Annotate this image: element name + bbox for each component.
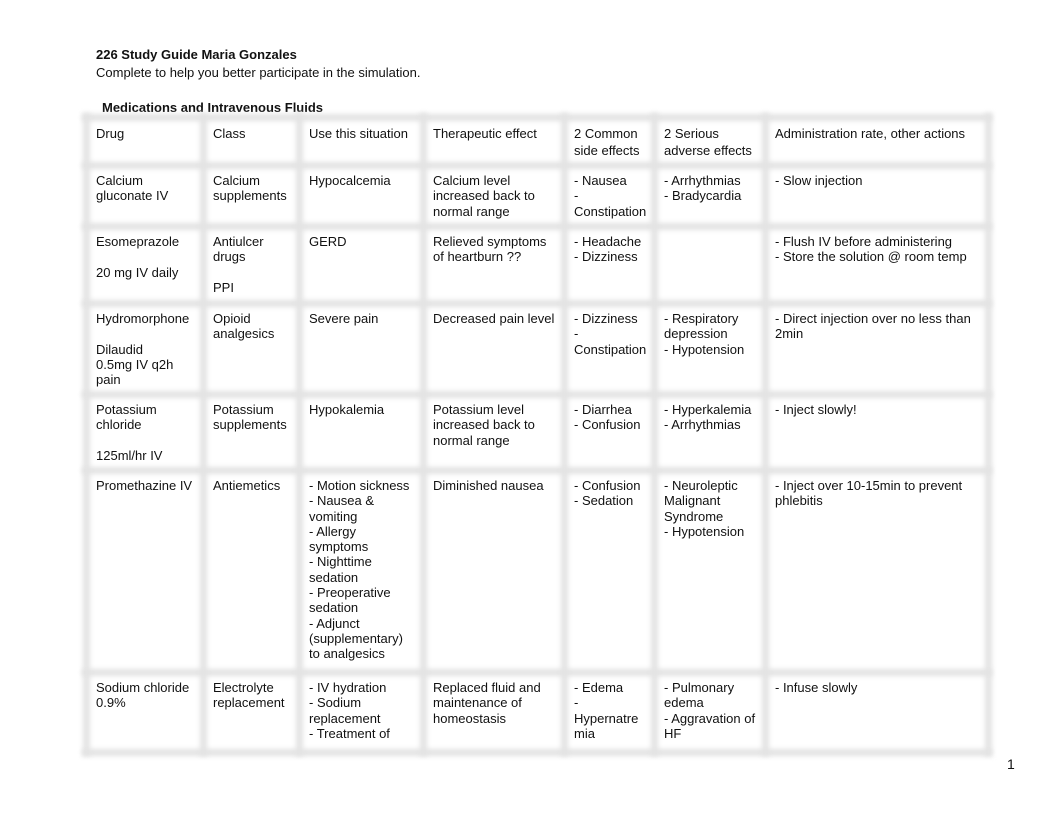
table-cell-admin: - Inject over 10-15min to prevent phlebi… [775, 478, 963, 509]
document-subtitle: Complete to help you better participate … [96, 65, 421, 80]
table-cell-serious: - Arrhythmias - Bradycardia [664, 173, 742, 204]
table-cell-effect: Diminished nausea [433, 478, 544, 493]
table-cell-drug: Potassium chloride 125ml/hr IV [96, 402, 163, 463]
table-cell-class: Potassium supplements [213, 402, 287, 433]
table-header-cell: Drug [96, 126, 125, 141]
table-cell-serious: - Pulmonary edema - Aggravation of HF [664, 680, 756, 741]
table-row-border [82, 467, 992, 474]
table-column-border [83, 113, 90, 756]
table-cell-class: Calcium supplements [213, 173, 287, 204]
table-row-border [82, 223, 992, 230]
table-column-border [200, 113, 207, 756]
table-cell-admin: - Inject slowly! [775, 402, 857, 417]
table-column-border [420, 113, 427, 756]
table-cell-drug: Calcium gluconate IV [96, 173, 169, 204]
page-number: 1 [1007, 756, 1015, 772]
table-column-border [762, 113, 769, 756]
table-cell-class: Electrolyte replacement [213, 680, 285, 711]
table-cell-common: - Confusion - Sedation [574, 478, 641, 509]
table-column-border [296, 113, 303, 756]
section-title: Medications and Intravenous Fluids [102, 100, 324, 115]
table-cell-common: - Edema - Hypernatre mia [574, 680, 639, 741]
table-cell-admin: - Slow injection [775, 173, 863, 188]
table-cell-use: Hypokalemia [309, 402, 385, 417]
table-cell-effect: Replaced fluid and maintenance of homeos… [433, 680, 541, 726]
table-cell-admin: - Infuse slowly [775, 680, 858, 695]
table-header-cell: Use this situation [309, 126, 408, 141]
table-cell-effect: Calcium level increased back to normal r… [433, 173, 535, 219]
document-title: 226 Study Guide Maria Gonzales [96, 47, 297, 62]
table-row-border [82, 749, 992, 756]
table-cell-use: - Motion sickness - Nausea & vomiting - … [309, 478, 410, 662]
table-cell-drug: Sodium chloride 0.9% [96, 680, 190, 711]
table-column-border [561, 113, 568, 756]
table-cell-drug: Hydromorphone Dilaudid 0.5mg IV q2h pain [96, 311, 190, 388]
table-header-cell: Therapeutic effect [433, 126, 537, 141]
table-cell-effect: Potassium level increased back to normal… [433, 402, 535, 448]
table-cell-common: - Diarrhea - Confusion [574, 402, 641, 433]
table-cell-class: Antiulcer drugs PPI [213, 234, 264, 295]
table-column-border [985, 113, 992, 756]
medications-table: Drug Class Use this situation Therapeutic e… [82, 113, 992, 756]
table-header-cell: Administration rate, other actions [775, 126, 966, 141]
table-column-border [651, 113, 658, 756]
table-cell-use: Hypocalcemia [309, 173, 391, 188]
table-cell-serious: - Neuroleptic Malignant Syndrome - Hypot… [664, 478, 745, 539]
table-cell-use: - IV hydration - Sodium replacement - Tr… [309, 680, 390, 741]
table-cell-admin: - Direct injection over no less than 2mi… [775, 311, 971, 342]
table-cell-common: - Dizziness - Constipation [574, 311, 647, 357]
table-cell-serious: - Hyperkalemia - Arrhythmias [664, 402, 752, 433]
table-cell-admin: - Flush IV before administering - Store … [775, 234, 967, 265]
table-row-border [82, 669, 992, 676]
table-cell-use: Severe pain [309, 311, 379, 326]
table-row-border [82, 391, 992, 398]
table-row-border [82, 162, 992, 169]
table-row-border [82, 114, 992, 121]
table-cell-effect: Decreased pain level [433, 311, 555, 326]
table-row-border [82, 300, 992, 307]
table-cell-class: Opioid analgesics [213, 311, 275, 342]
table-cell-class: Antiemetics [213, 478, 281, 493]
table-cell-serious: - Respiratory depression - Hypotension [664, 311, 745, 357]
table-cell-common: - Headache - Dizziness [574, 234, 642, 265]
table-header-cell: 2 Serious adverse effects [664, 126, 752, 158]
table-header-cell: 2 Common side effects [574, 126, 640, 158]
table-cell-common: - Nausea - Constipation [574, 173, 647, 219]
table-cell-use: GERD [309, 234, 347, 249]
table-cell-drug: Esomeprazole 20 mg IV daily [96, 234, 180, 280]
table-cell-effect: Relieved symptoms of heartburn ?? [433, 234, 547, 265]
table-header-cell: Class [213, 126, 246, 141]
table-cell-drug: Promethazine IV [96, 478, 193, 493]
